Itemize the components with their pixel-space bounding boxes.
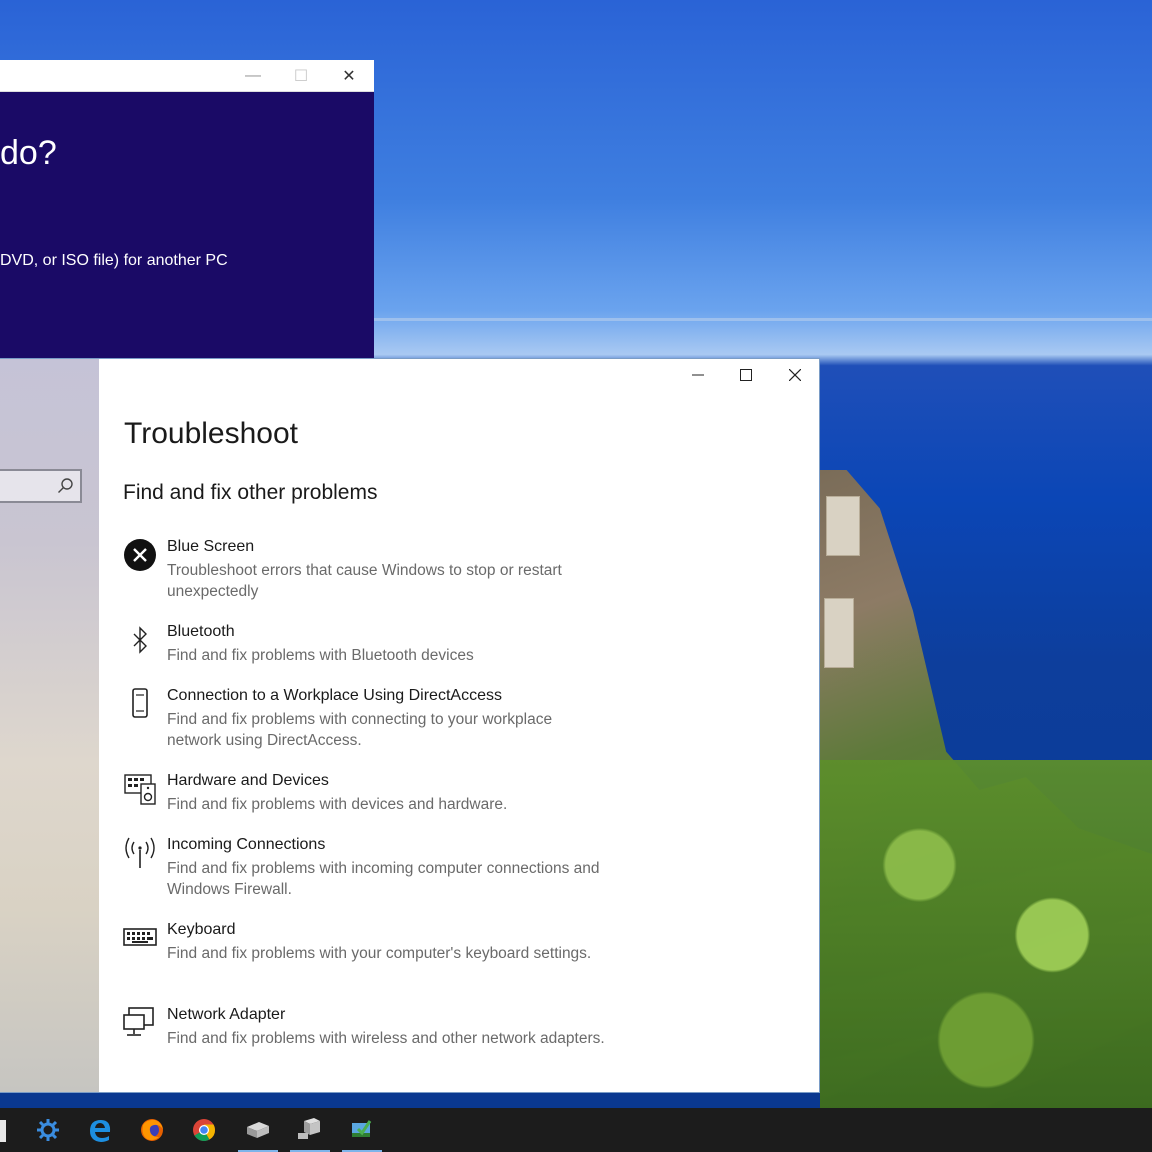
media-creation-window: — ☐ ✕ do? DVD, or ISO file) for another … (0, 60, 374, 360)
troubleshooter-desc: Find and fix problems with your computer… (167, 945, 592, 962)
vineyard-foreground (820, 760, 1152, 1108)
media-heading: do? (0, 134, 57, 172)
section-title: Find and fix other problems (123, 481, 378, 504)
cliff-house (826, 496, 860, 556)
troubleshooter-directaccess[interactable]: Connection to a Workplace Using DirectAc… (123, 687, 603, 751)
troubleshooter-name: Blue Screen (167, 538, 255, 555)
cliff-house (824, 598, 854, 668)
troubleshooter-desc: Troubleshoot errors that cause Windows t… (167, 562, 562, 600)
media-window-titlebar: — ☐ ✕ (0, 60, 374, 92)
troubleshooter-desc: Find and fix problems with Bluetooth dev… (167, 647, 474, 664)
troubleshooter-blue-screen[interactable]: Blue Screen Troubleshoot errors that cau… (123, 538, 603, 602)
task-view-edge[interactable] (0, 1120, 6, 1142)
phone-device-icon (123, 687, 157, 721)
troubleshooter-name: Keyboard (167, 921, 236, 938)
blue-screen-icon (123, 538, 157, 572)
maximize-button[interactable]: ☐ (278, 60, 324, 92)
close-button[interactable] (771, 359, 819, 391)
minimize-button[interactable]: — (230, 60, 276, 92)
page-title: Troubleshoot (124, 417, 298, 450)
troubleshooter-name: Connection to a Workplace Using DirectAc… (167, 687, 502, 704)
settings-gear-app-icon[interactable] (24, 1108, 72, 1152)
maximize-button[interactable] (722, 359, 770, 391)
media-creation-app-icon[interactable] (338, 1108, 386, 1152)
create-media-option-label[interactable]: DVD, or ISO file) for another PC (0, 252, 228, 270)
keyboard-icon (123, 921, 157, 955)
firefox-icon[interactable] (128, 1108, 176, 1152)
maximize-icon (740, 369, 752, 381)
bluetooth-icon (123, 623, 157, 657)
minimize-icon (692, 374, 704, 376)
hardware-devices-icon (123, 772, 157, 806)
settings-window: Troubleshoot Find and fix other problems… (0, 358, 820, 1093)
antenna-icon (123, 836, 157, 870)
troubleshooter-keyboard[interactable]: Keyboard Find and fix problems with your… (123, 921, 603, 985)
troubleshooter-desc: Find and fix problems with connecting to… (167, 711, 553, 749)
troubleshooter-name: Bluetooth (167, 623, 235, 640)
troubleshooter-incoming-connections[interactable]: Incoming Connections Find and fix proble… (123, 836, 603, 900)
troubleshooter-network-adapter[interactable]: Network Adapter Find and fix problems wi… (123, 1006, 605, 1070)
taskbar (0, 1108, 1152, 1152)
close-button[interactable]: ✕ (326, 60, 372, 92)
edge-browser-icon[interactable] (76, 1108, 124, 1152)
settings-search-input[interactable] (0, 469, 82, 503)
close-icon (789, 369, 801, 381)
network-drive-app-icon[interactable] (286, 1108, 334, 1152)
troubleshooter-name: Network Adapter (167, 1006, 286, 1023)
troubleshooter-bluetooth[interactable]: Bluetooth Find and fix problems with Blu… (123, 623, 603, 667)
troubleshooter-name: Hardware and Devices (167, 772, 329, 789)
search-icon (58, 478, 73, 493)
troubleshooter-desc: Find and fix problems with incoming comp… (167, 860, 600, 898)
troubleshooter-desc: Find and fix problems with wireless and … (167, 1030, 605, 1047)
chrome-icon[interactable] (180, 1108, 228, 1152)
minimize-button[interactable] (674, 359, 722, 391)
troubleshooter-name: Incoming Connections (167, 836, 326, 853)
troubleshooter-desc: Find and fix problems with devices and h… (167, 796, 508, 813)
drive-app-icon[interactable] (234, 1108, 282, 1152)
settings-nav-pane (0, 359, 99, 1092)
network-adapter-icon (123, 1006, 157, 1040)
troubleshooter-hardware-devices[interactable]: Hardware and Devices Find and fix proble… (123, 772, 603, 816)
